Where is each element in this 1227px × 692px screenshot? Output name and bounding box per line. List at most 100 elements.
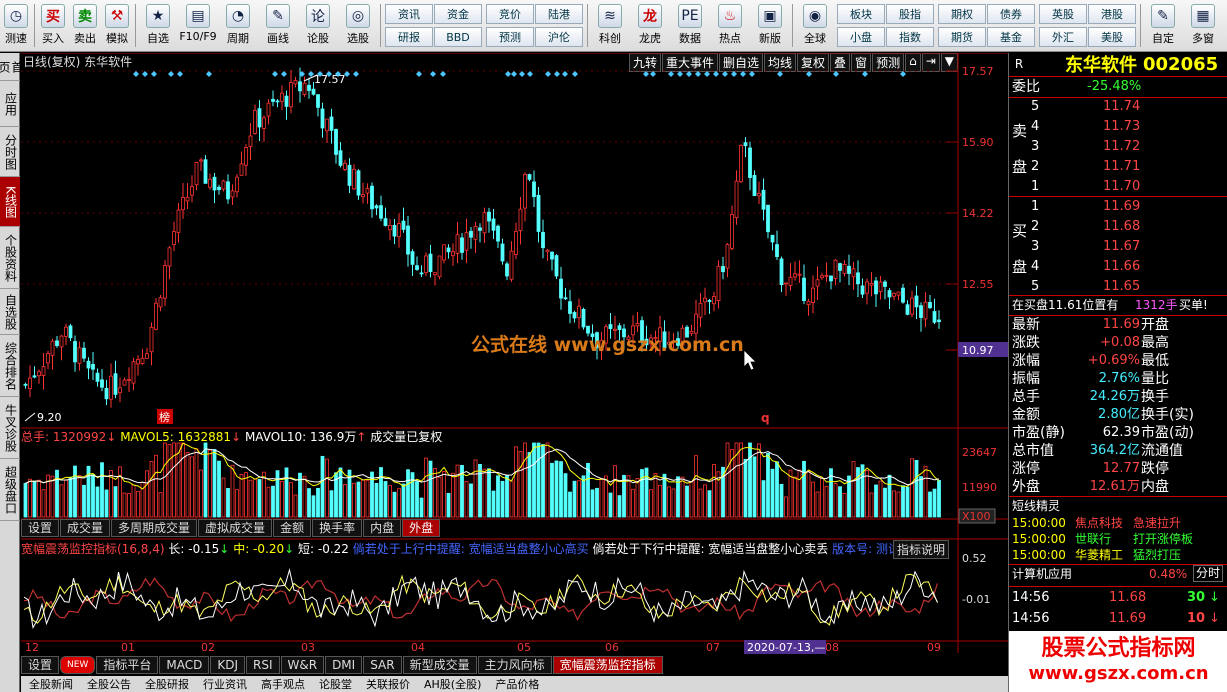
buy-level-row[interactable]: 3 11.67 (1009, 238, 1227, 256)
stock-index-button[interactable]: 股指 (886, 4, 934, 24)
sell-level-row[interactable]: 4 11.73 (1009, 118, 1227, 136)
event-diamond-icon[interactable] (900, 71, 906, 77)
sell-level-row[interactable]: 1 11.70 (1009, 178, 1227, 196)
forex-button[interactable]: 外汇 (1039, 27, 1087, 47)
event-diamond-icon[interactable] (562, 71, 568, 77)
global-button[interactable]: ◉ 全球 (795, 0, 835, 51)
sell-level-row[interactable]: 5 11.74 (1009, 98, 1227, 116)
futures-button[interactable]: 期货 (938, 27, 986, 47)
volume-tab-6[interactable]: 内盘 (363, 519, 402, 537)
sidebar-item-4[interactable]: 个股资料 (0, 227, 20, 289)
event-diamond-icon[interactable] (519, 71, 525, 77)
info-strip-item-8[interactable]: 产品价格 (495, 676, 539, 692)
indicator-tab-5[interactable]: RSI (246, 656, 280, 674)
event-diamond-icon[interactable] (713, 71, 719, 77)
event-diamond-icon[interactable] (749, 71, 755, 77)
hk-connect-button[interactable]: 陆港 (535, 4, 583, 24)
event-diamond-icon[interactable] (151, 71, 157, 77)
buy-level-row[interactable]: 1 11.69 (1009, 198, 1227, 216)
event-diamond-icon[interactable] (133, 71, 139, 77)
info-strip-item-5[interactable]: 论股堂 (319, 676, 352, 692)
funds-button[interactable]: 资金 (434, 4, 482, 24)
volume-tab-4[interactable]: 金额 (273, 519, 312, 537)
event-diamond-icon[interactable] (142, 71, 148, 77)
event-diamond-icon[interactable] (416, 71, 422, 77)
event-diamond-icon[interactable] (545, 71, 551, 77)
info-strip-item-4[interactable]: 高手观点 (261, 676, 305, 692)
event-diamond-icon[interactable] (554, 71, 560, 77)
fund-button[interactable]: 基金 (987, 27, 1035, 47)
volume-tab-1[interactable]: 成交量 (60, 519, 111, 537)
us-stock-button[interactable]: 美股 (1088, 27, 1136, 47)
new-version-button[interactable]: ▣ 新版 (750, 0, 790, 51)
data-button[interactable]: PE 数据 (670, 0, 710, 51)
info-strip-item-7[interactable]: AH股(全股) (424, 676, 481, 692)
event-diamond-icon[interactable] (695, 71, 701, 77)
event-diamond-icon[interactable] (650, 71, 656, 77)
volume-tab-3[interactable]: 虚拟成交量 (198, 519, 273, 537)
sidebar-item-2[interactable]: 分时图 (0, 127, 20, 177)
info-strip-item-0[interactable]: 全股新闻 (29, 676, 73, 692)
multi-window-button[interactable]: ▦ 多窗 (1183, 0, 1223, 51)
small-cap-button[interactable]: 小盘 (837, 27, 885, 47)
event-diamond-icon[interactable] (505, 71, 511, 77)
event-diamond-icon[interactable] (206, 71, 212, 77)
sidebar-item-1[interactable]: 应用 (0, 81, 20, 127)
sidebar-item-0[interactable]: 首页 (0, 53, 24, 81)
chart-canvas[interactable]: 17.57 15.90 14.22 12.55 10.97 23647 11990 X100 1… (21, 53, 1008, 675)
sidebar-item-6[interactable]: 综合排名 (0, 335, 20, 397)
event-diamond-icon[interactable] (731, 71, 737, 77)
index-button[interactable]: 指数 (886, 27, 934, 47)
indicator-tab-6[interactable]: W&R (280, 656, 325, 674)
event-diamond-icon[interactable] (833, 71, 839, 77)
event-diamond-icon[interactable] (777, 71, 783, 77)
indicator-tab-1[interactable]: NEW (60, 656, 96, 674)
indicator-tab-4[interactable]: KDJ (210, 656, 245, 674)
event-diamond-icon[interactable] (668, 71, 674, 77)
dragon-tiger-button[interactable]: 龙龙虎 (630, 0, 670, 51)
news-button[interactable]: 资讯 (385, 4, 433, 24)
volume-tab-0[interactable]: 设置 (21, 519, 60, 537)
event-diamond-icon[interactable] (430, 71, 436, 77)
indicator-tab-8[interactable]: SAR (363, 656, 402, 674)
event-diamond-icon[interactable] (740, 71, 746, 77)
info-strip-item-2[interactable]: 全股研报 (145, 676, 189, 692)
event-diamond-icon[interactable] (272, 71, 278, 77)
sell-level-row[interactable]: 2 11.71 (1009, 158, 1227, 176)
indicator-tab-9[interactable]: 新型成交量 (402, 656, 477, 674)
sector-button[interactable]: 板块 (837, 4, 885, 24)
indicator-tab-2[interactable]: 指标平台 (96, 656, 159, 674)
sidebar-item-8[interactable]: 超级盘口 (0, 459, 20, 521)
shanghai-london-button[interactable]: 沪伦 (535, 27, 583, 47)
buy-level-row[interactable]: 5 11.65 (1009, 278, 1227, 296)
sell-level-row[interactable]: 3 11.72 (1009, 138, 1227, 156)
brand-banner[interactable]: 股票公式指标网 www.gszx.com.cn (1009, 631, 1227, 692)
volume-tab-5[interactable]: 换手率 (312, 519, 363, 537)
sell-button[interactable]: 卖卖出 (69, 0, 101, 51)
event-diamond-icon[interactable] (862, 71, 868, 77)
sprite-title[interactable]: 短线精灵 (1012, 497, 1060, 515)
event-diamond-icon[interactable] (353, 71, 359, 77)
event-diamond-icon[interactable] (177, 71, 183, 77)
event-diamond-icon[interactable] (722, 71, 728, 77)
uk-stock-button[interactable]: 英股 (1039, 4, 1087, 24)
info-strip-item-1[interactable]: 全股公告 (87, 676, 131, 692)
options-button[interactable]: 期权 (938, 4, 986, 24)
sidebar-item-3[interactable]: K线图 (0, 177, 20, 227)
indicator-explain-button[interactable]: 指标说明 (893, 540, 950, 559)
stock-select-button[interactable]: ◎ 选股 (338, 0, 378, 51)
sprite-row[interactable]: 15:00:00 世联行 打开涨停板 (1009, 531, 1227, 547)
event-diamond-icon[interactable] (677, 71, 683, 77)
volume-tab-2[interactable]: 多周期成交量 (111, 519, 198, 537)
event-diamond-icon[interactable] (643, 71, 649, 77)
volume-tab-7[interactable]: 外盘 (402, 519, 441, 537)
period-button[interactable]: ◔ 周期 (218, 0, 258, 51)
industry-name[interactable]: 计算机应用 (1012, 565, 1072, 583)
speed-test-button[interactable]: ◷ 测速 (0, 0, 32, 51)
customize-button[interactable]: ✎ 自定 (1143, 0, 1183, 51)
timeshare-tab[interactable]: 分时 (1193, 565, 1224, 582)
info-strip-item-6[interactable]: 关联报价 (366, 676, 410, 692)
sidebar-item-7[interactable]: 牛叉诊股 (0, 397, 20, 459)
simulate-button[interactable]: ⚒ 模拟 (101, 0, 133, 51)
buy-button[interactable]: 买买入 (37, 0, 69, 51)
